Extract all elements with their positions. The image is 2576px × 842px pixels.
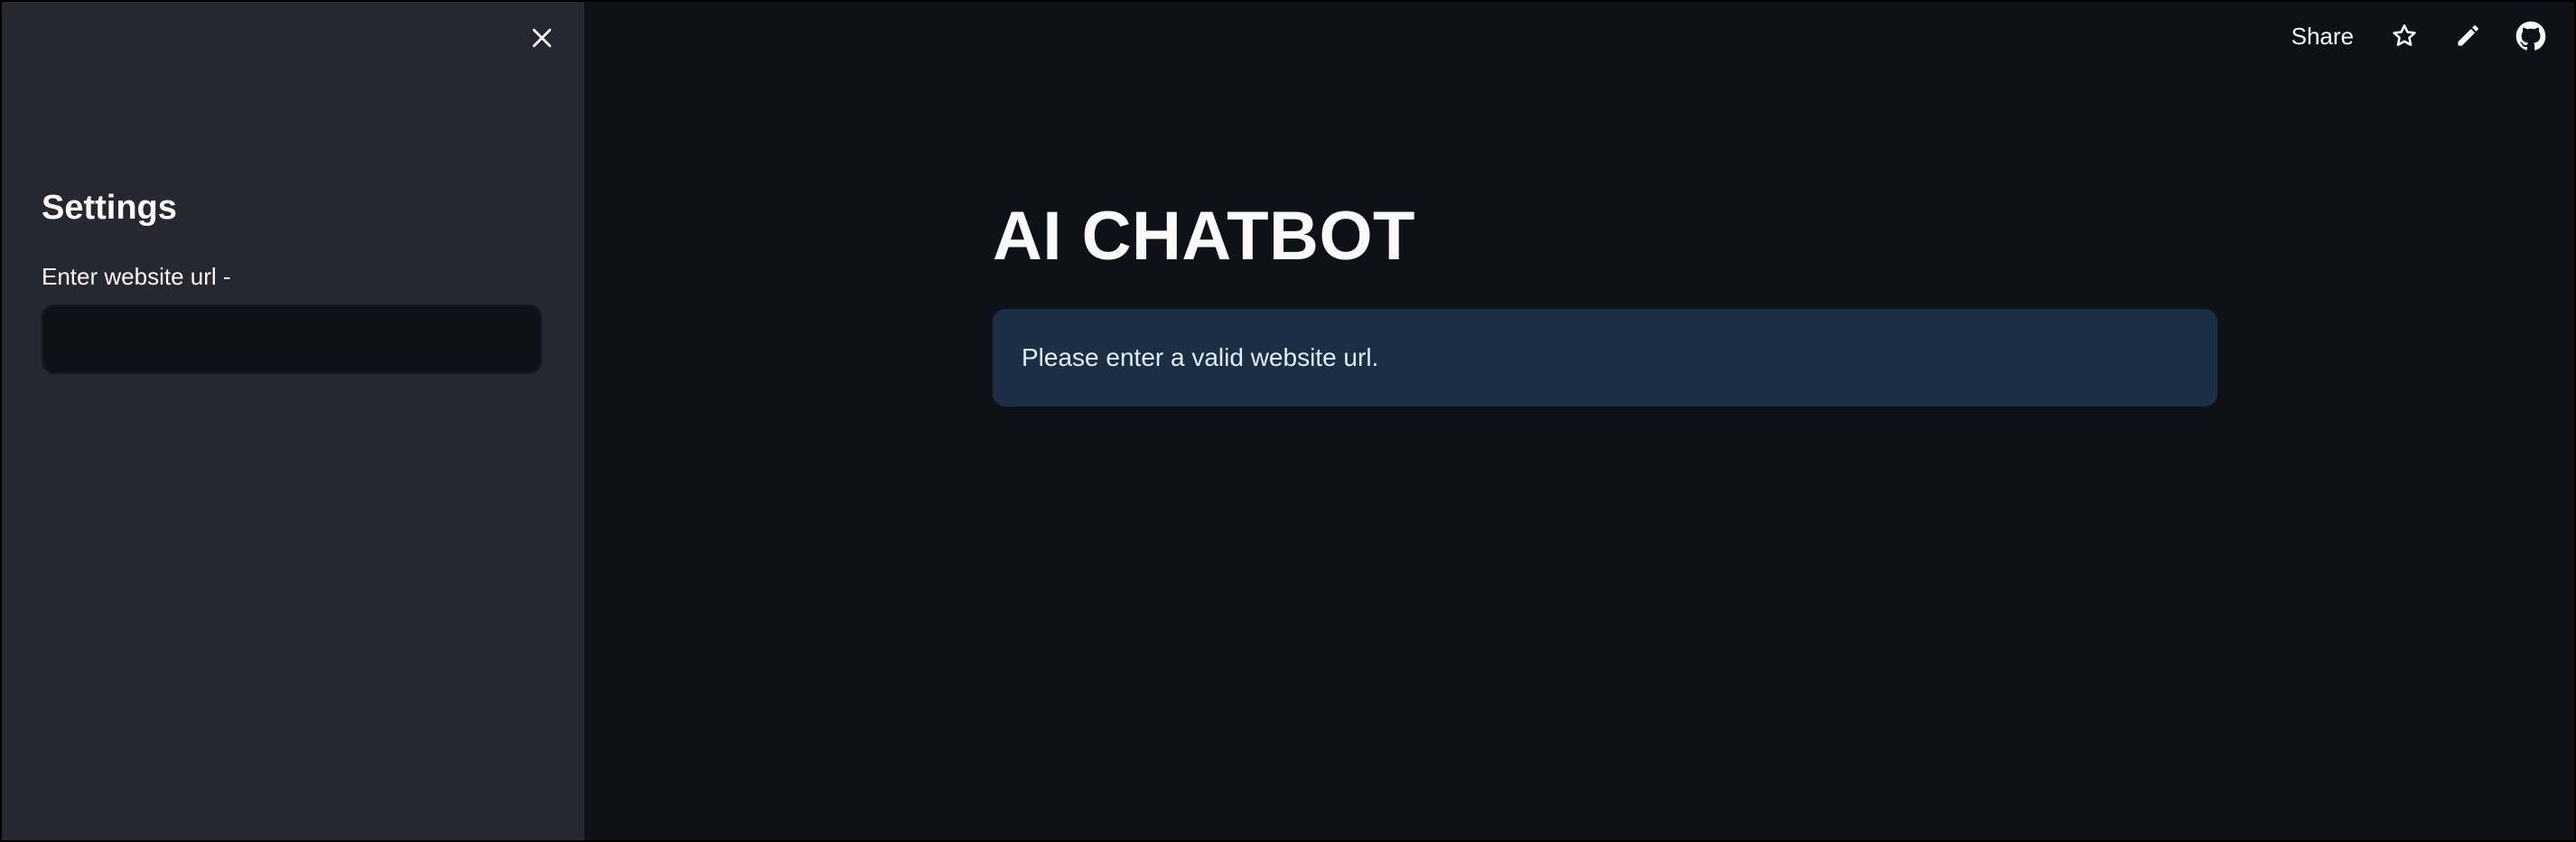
share-button[interactable]: Share	[2282, 19, 2363, 54]
edit-button[interactable]	[2446, 14, 2489, 58]
main-content: Share	[584, 0, 2576, 842]
github-icon	[2515, 21, 2546, 51]
app-window: Settings Enter website url - Share AI CH…	[0, 0, 2576, 842]
github-button[interactable]	[2509, 14, 2553, 58]
info-alert-text: Please enter a valid website url.	[1022, 343, 1379, 371]
website-url-input[interactable]	[42, 304, 542, 374]
sidebar-title: Settings	[42, 189, 177, 227]
sidebar: Settings Enter website url -	[0, 0, 584, 842]
page-title: AI CHATBOT	[993, 198, 1415, 275]
star-icon	[2393, 24, 2416, 46]
favorite-button[interactable]	[2383, 14, 2426, 58]
close-sidebar-button[interactable]	[520, 16, 564, 60]
pencil-icon	[2458, 25, 2478, 46]
url-field-label: Enter website url -	[42, 263, 231, 290]
info-alert: Please enter a valid website url.	[993, 309, 2217, 407]
top-toolbar: Share	[2282, 11, 2553, 61]
close-icon	[532, 28, 552, 48]
